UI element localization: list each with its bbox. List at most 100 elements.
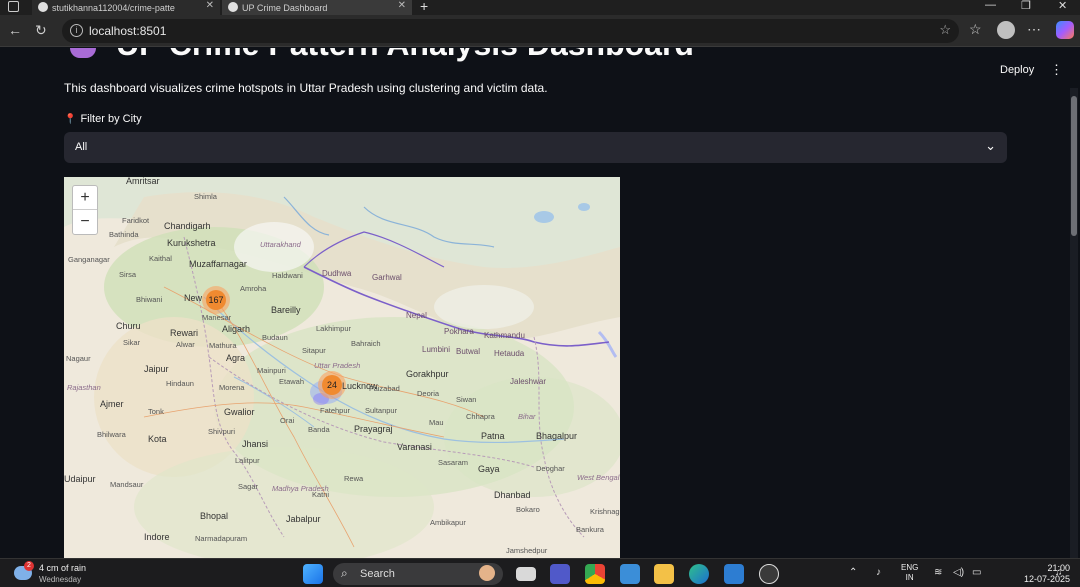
map-label: New (184, 293, 203, 303)
search-icon: ⌕ (341, 566, 348, 580)
weather-text[interactable]: 4 cm of rain (39, 563, 86, 573)
map-label: Banda (308, 425, 330, 434)
map-label: Chhapra (466, 412, 495, 421)
vscode-icon[interactable] (724, 564, 744, 584)
map-label: Ambikapur (430, 518, 466, 527)
map-label: Bahraich (351, 339, 381, 348)
crime-map[interactable]: + − 167 24 Amritsar Shimla Faridkot Chan… (64, 177, 620, 558)
maximize-button[interactable]: ❐ (1021, 0, 1031, 12)
address-bar-row: ← ↻ i localhost:8501 ☆ ☆ ⋯ (0, 15, 1080, 47)
file-explorer-icon[interactable] (654, 564, 674, 584)
sidebar-toggle-icon[interactable] (8, 1, 19, 12)
close-tab-icon[interactable]: ✕ (398, 0, 406, 11)
weather-badge: 2 (24, 561, 34, 571)
cluster-marker[interactable]: 167 (202, 286, 230, 314)
main-menu-icon[interactable]: ⋮ (1050, 62, 1063, 78)
page-scrollbar[interactable] (1070, 88, 1078, 558)
state-label: West Bengal (577, 473, 620, 482)
dashboard-description: This dashboard visualizes crime hotspots… (64, 81, 548, 95)
state-label: Madhya Pradesh (272, 484, 329, 493)
zoom-control: + − (72, 185, 98, 235)
map-label: Rewari (170, 328, 199, 338)
map-label: Orai (280, 416, 295, 425)
map-label: Hetauda (494, 349, 525, 358)
microphone-icon[interactable]: ♪ (876, 567, 881, 578)
task-view-icon[interactable] (516, 567, 536, 581)
git-icon[interactable] (759, 564, 779, 584)
deploy-button[interactable]: Deploy (1000, 64, 1034, 76)
minimize-button[interactable]: — (985, 0, 996, 11)
tab-github[interactable]: stutikhanna112004/crime-patte ✕ (32, 0, 220, 15)
tab-dashboard[interactable]: UP Crime Dashboard ✕ (222, 0, 412, 15)
battery-icon[interactable]: ▭ (972, 567, 981, 578)
map-label: Lumbini (422, 345, 451, 354)
map-label: Amritsar (126, 177, 160, 186)
back-icon[interactable]: ← (8, 22, 22, 38)
url-text[interactable]: localhost:8501 (89, 24, 166, 38)
tab-label: stutikhanna112004/crime-patte (52, 2, 175, 13)
map-label: Bankura (576, 525, 604, 534)
zoom-out-button[interactable]: − (73, 210, 97, 234)
map-label: Sagar (238, 482, 259, 491)
map-label: Patna (481, 431, 505, 441)
reload-icon[interactable]: ↻ (35, 22, 47, 39)
map-label: Indore (144, 532, 170, 542)
tray-chevron-icon[interactable]: ⌃ (849, 567, 857, 578)
map-label: Etawah (279, 377, 305, 386)
language-indicator[interactable]: ENG IN (901, 563, 918, 583)
copilot-icon[interactable] (1056, 21, 1074, 39)
map-label: Jhansi (242, 439, 269, 449)
chrome-icon[interactable] (585, 564, 605, 584)
store-icon[interactable] (620, 564, 640, 584)
favorites-icon[interactable]: ☆ (969, 21, 982, 38)
teams-icon[interactable] (550, 564, 570, 584)
system-clock[interactable]: 21:00 12-07-2025 (1024, 563, 1070, 585)
windows-taskbar: 2 4 cm of rain Wednesday ⌕ Search ⌃ ♪ EN… (0, 558, 1080, 587)
favorite-star-icon[interactable]: ☆ (939, 22, 951, 38)
zoom-in-button[interactable]: + (73, 186, 97, 210)
taskbar-search[interactable]: ⌕ Search (333, 563, 503, 585)
streamlit-icon (228, 2, 238, 12)
map-label: Prayagraj (354, 424, 393, 434)
address-bar[interactable]: i localhost:8501 ☆ (62, 19, 959, 43)
map-label: Bokaro (516, 505, 540, 514)
map-label: Churu (116, 321, 141, 331)
map-label: Nepal (406, 311, 427, 320)
map-label: Sultanpur (365, 406, 398, 415)
map-label: Gwalior (224, 407, 255, 417)
map-label: Jamshedpur (506, 546, 548, 555)
close-window-button[interactable]: ✕ (1058, 0, 1067, 12)
map-label: Lalitpur (235, 456, 260, 465)
map-label: Muzaffarnagar (189, 259, 247, 269)
weather-day: Wednesday (39, 575, 82, 584)
volume-icon[interactable]: ◁) (953, 567, 964, 578)
map-label: Krishnagar (590, 507, 620, 516)
wifi-icon[interactable]: ≋ (934, 567, 942, 578)
streamlit-app: UP Crime Pattern Analysis Dashboard Depl… (0, 48, 1080, 558)
scrollbar-thumb[interactable] (1071, 96, 1077, 236)
close-tab-icon[interactable]: ✕ (206, 0, 214, 11)
map-label: Chandigarh (164, 221, 211, 231)
map-label: Nagaur (66, 354, 91, 363)
map-label: Bhagalpur (536, 431, 578, 441)
new-tab-button[interactable]: + (420, 0, 428, 14)
map-label: Shivpuri (208, 427, 236, 436)
more-options-icon[interactable]: ⋯ (1027, 21, 1041, 38)
profile-avatar[interactable] (997, 21, 1015, 39)
edge-icon[interactable] (689, 564, 709, 584)
map-label: Kurukshetra (167, 238, 216, 248)
state-label: Rajasthan (67, 383, 101, 392)
notification-bell-icon[interactable]: ♫ (1055, 567, 1063, 578)
map-label: Dhanbad (494, 490, 531, 500)
map-label: Budaun (262, 333, 288, 342)
tab-label: UP Crime Dashboard (242, 2, 328, 13)
windows-start-icon[interactable] (303, 564, 323, 584)
map-label: Lucknow (342, 381, 378, 391)
map-label: Garhwal (372, 273, 402, 282)
map-label: Bhopal (200, 511, 229, 521)
map-label: Sirsa (119, 270, 137, 279)
site-info-icon[interactable]: i (70, 24, 83, 37)
map-label: Gaya (478, 464, 500, 474)
city-filter-value: All (75, 141, 88, 153)
city-filter-select[interactable]: All ⌄ (64, 132, 1007, 163)
